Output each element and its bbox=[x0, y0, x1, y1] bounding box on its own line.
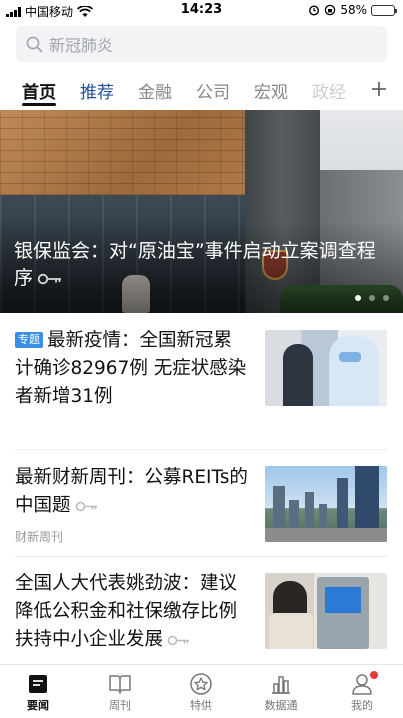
active-tab-indicator bbox=[22, 103, 56, 106]
hero-headline: 银保监会：对“原油宝”事件启动立案调查程序 bbox=[14, 238, 392, 292]
article-source: 财新周刊 bbox=[15, 530, 64, 544]
carousel-dot[interactable] bbox=[369, 295, 375, 301]
alarm-icon bbox=[309, 5, 320, 16]
search-icon bbox=[26, 36, 43, 52]
nav-tab-data[interactable]: 数据通 bbox=[251, 673, 311, 713]
article-thumbnail bbox=[265, 573, 387, 649]
article-title: 全国人大代表姚劲波：建议降低公积金和社保缴存比例扶持中小企业发展 bbox=[15, 570, 250, 654]
search-placeholder: 新冠肺炎 bbox=[49, 36, 114, 55]
tab-macro[interactable]: 宏观 bbox=[254, 78, 288, 103]
nav-label: 特供 bbox=[190, 699, 212, 712]
carousel-dot[interactable] bbox=[355, 295, 361, 301]
article-thumbnail bbox=[265, 466, 387, 542]
carousel-indicator bbox=[355, 295, 389, 301]
divider bbox=[15, 449, 388, 450]
tab-politics-economy[interactable]: 政经 bbox=[312, 78, 346, 103]
nav-label: 要闻 bbox=[27, 699, 49, 712]
news-icon bbox=[29, 675, 47, 693]
battery-icon bbox=[371, 4, 397, 16]
star-badge-icon bbox=[190, 673, 212, 695]
nav-tab-weekly[interactable]: 周刊 bbox=[90, 673, 150, 713]
article-title: 最新财新周刊：公募REITs的中国题 bbox=[15, 464, 250, 520]
nav-tab-special[interactable]: 特供 bbox=[171, 673, 231, 713]
key-icon bbox=[75, 501, 97, 511]
tab-finance[interactable]: 金融 bbox=[138, 78, 172, 103]
notification-badge bbox=[370, 671, 378, 679]
plus-icon[interactable] bbox=[371, 81, 387, 97]
article-thumbnail bbox=[265, 330, 387, 406]
tab-company[interactable]: 公司 bbox=[196, 78, 230, 103]
article-title-text: 最新疫情：全国新冠累计确诊82967例 无症状感染者新增31例 bbox=[15, 330, 247, 407]
bottom-tab-bar: 要闻 周刊 特供 数据通 我的 bbox=[0, 664, 403, 718]
nav-label: 我的 bbox=[351, 699, 373, 712]
nav-tab-news[interactable]: 要闻 bbox=[8, 673, 68, 713]
chart-icon bbox=[272, 676, 290, 694]
article-title-text: 最新财新周刊：公募REITs的中国题 bbox=[15, 467, 248, 516]
nav-label: 周刊 bbox=[109, 699, 131, 712]
hero-banner[interactable]: 银保监会：对“原油宝”事件启动立案调查程序 bbox=[0, 110, 403, 313]
nav-tab-profile[interactable]: 我的 bbox=[332, 671, 392, 713]
article-title-text: 全国人大代表姚劲波：建议降低公积金和社保缴存比例扶持中小企业发展 bbox=[15, 573, 238, 650]
book-icon bbox=[109, 675, 131, 694]
battery-percent: 58% bbox=[340, 3, 367, 17]
tab-home[interactable]: 首页 bbox=[22, 78, 56, 103]
status-bar: 中国移动 14:23 58% bbox=[0, 0, 403, 22]
hero-title-text: 银保监会：对“原油宝”事件启动立案调查程序 bbox=[14, 240, 376, 289]
divider bbox=[15, 556, 388, 557]
carousel-dot[interactable] bbox=[383, 295, 389, 301]
article-title: 专题 最新疫情：全国新冠累计确诊82967例 无症状感染者新增31例 bbox=[15, 327, 250, 411]
search-input[interactable]: 新冠肺炎 bbox=[16, 26, 387, 62]
topic-tag: 专题 bbox=[15, 332, 43, 348]
key-icon bbox=[37, 273, 62, 284]
nav-label: 数据通 bbox=[264, 699, 298, 712]
channel-tabs: 首页 推荐 金融 公司 宏观 政经 bbox=[0, 70, 403, 110]
tab-recommend[interactable]: 推荐 bbox=[80, 78, 114, 103]
key-icon bbox=[167, 635, 190, 645]
hero-brick-facade bbox=[0, 110, 250, 195]
orientation-lock-icon bbox=[325, 4, 336, 16]
